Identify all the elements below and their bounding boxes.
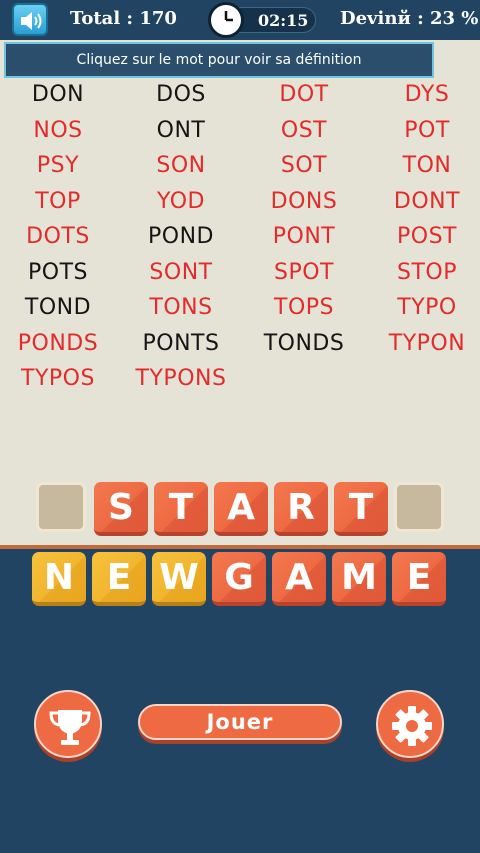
word-item[interactable]: DOT xyxy=(244,82,364,107)
word-item[interactable]: SOT xyxy=(244,153,364,178)
word-item[interactable]: ONT xyxy=(121,118,241,143)
word-item[interactable]: SONT xyxy=(121,260,241,285)
play-button[interactable]: Jouer xyxy=(138,704,342,740)
hint-banner: Cliquez sur le mot pour voir sa définiti… xyxy=(4,42,434,78)
word-item[interactable]: SON xyxy=(121,153,241,178)
title-letter-tile: N xyxy=(32,552,86,606)
word-item[interactable]: PONDS xyxy=(0,331,118,356)
word-item[interactable]: DON xyxy=(0,82,118,107)
word-board: Cliquez sur le mot pour voir sa définiti… xyxy=(0,40,480,545)
word-item[interactable]: TOND xyxy=(0,295,118,320)
speaker-icon xyxy=(21,12,42,30)
word-item[interactable]: TYPOS xyxy=(0,366,118,391)
leaderboard-button[interactable] xyxy=(34,690,102,758)
letter-tile[interactable]: T xyxy=(334,482,388,536)
gear-icon xyxy=(392,706,432,746)
title-letter-tile: M xyxy=(332,552,386,606)
trophy-icon xyxy=(49,710,91,745)
word-item[interactable]: DOTS xyxy=(0,224,118,249)
word-item[interactable]: TOP xyxy=(0,189,118,214)
top-bar: Total : 170 02:15 Devinй : 23 % xyxy=(0,0,480,40)
word-item[interactable]: TON xyxy=(367,153,480,178)
word-item[interactable]: POND xyxy=(121,224,241,249)
sound-toggle-button[interactable] xyxy=(12,3,48,36)
word-item[interactable]: YOD xyxy=(121,189,241,214)
title-letter-tile: E xyxy=(392,552,446,606)
word-item[interactable]: DONS xyxy=(244,189,364,214)
word-item[interactable]: DONT xyxy=(367,189,480,214)
timer-value: 02:15 xyxy=(258,11,309,30)
word-item[interactable]: STOP xyxy=(367,260,480,285)
word-item[interactable]: POT xyxy=(367,118,480,143)
word-item[interactable]: TYPONS xyxy=(121,366,241,391)
word-item[interactable]: POST xyxy=(367,224,480,249)
letter-tile[interactable]: S xyxy=(94,482,148,536)
title-letter-tile: A xyxy=(272,552,326,606)
title-letter-tile: W xyxy=(152,552,206,606)
guessed-percent: Devinй : 23 % xyxy=(340,8,479,29)
settings-button[interactable] xyxy=(376,690,444,758)
word-item[interactable]: OST xyxy=(244,118,364,143)
word-item[interactable]: PSY xyxy=(0,153,118,178)
word-item[interactable]: DYS xyxy=(367,82,480,107)
word-item[interactable]: TYPO xyxy=(367,295,480,320)
word-item[interactable]: POTS xyxy=(0,260,118,285)
word-item[interactable]: DOS xyxy=(121,82,241,107)
letter-tile[interactable]: T xyxy=(154,482,208,536)
word-item[interactable]: PONTS xyxy=(121,331,241,356)
empty-letter-slot[interactable] xyxy=(394,482,444,532)
clock-icon xyxy=(208,2,244,38)
word-item[interactable]: SPOT xyxy=(244,260,364,285)
title-letter-tile: G xyxy=(212,552,266,606)
empty-letter-slot[interactable] xyxy=(36,482,86,532)
letter-tile[interactable]: R xyxy=(274,482,328,536)
word-item[interactable]: TONDS xyxy=(244,331,364,356)
total-score: Total : 170 xyxy=(70,8,177,29)
letter-tile[interactable]: A xyxy=(214,482,268,536)
word-item[interactable]: TOPS xyxy=(244,295,364,320)
word-item[interactable]: PONT xyxy=(244,224,364,249)
title-letter-tile: E xyxy=(92,552,146,606)
timer: 02:15 xyxy=(208,2,316,38)
word-item[interactable]: TONS xyxy=(121,295,241,320)
divider xyxy=(0,545,480,549)
word-item[interactable]: TYPON xyxy=(367,331,480,356)
word-item[interactable]: NOS xyxy=(0,118,118,143)
